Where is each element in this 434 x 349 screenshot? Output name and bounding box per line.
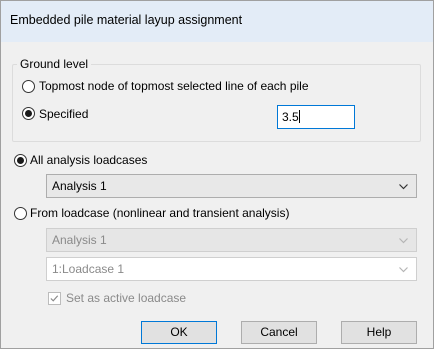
text-caret — [298, 110, 300, 123]
from-analysis-combo-value: Analysis 1 — [52, 233, 107, 247]
help-button[interactable]: Help — [341, 321, 417, 344]
cancel-button[interactable]: Cancel — [241, 321, 317, 344]
all-analysis-label[interactable]: All analysis loadcases — [30, 153, 147, 167]
from-analysis-combo[interactable]: Analysis 1 — [46, 228, 417, 252]
ok-button[interactable]: OK — [141, 321, 217, 344]
dialog-titlebar: Embedded pile material layup assignment — [1, 1, 433, 42]
from-loadcase-combo[interactable]: 1:Loadcase 1 — [46, 257, 417, 281]
check-icon — [50, 295, 59, 302]
from-loadcase-radio[interactable] — [14, 207, 27, 220]
topmost-node-radio[interactable] — [22, 80, 35, 93]
chevron-down-icon — [399, 184, 408, 190]
set-active-loadcase-checkbox[interactable] — [48, 292, 61, 305]
specified-value-input[interactable]: 3.5 — [277, 105, 355, 129]
dialog-window: Embedded pile material layup assignment … — [0, 0, 434, 349]
chevron-down-icon — [399, 238, 408, 244]
chevron-down-icon — [399, 267, 408, 273]
ground-level-group-label: Ground level — [17, 57, 92, 71]
from-loadcase-combo-value: 1:Loadcase 1 — [52, 262, 125, 276]
all-analysis-radio[interactable] — [14, 154, 27, 167]
from-loadcase-label[interactable]: From loadcase (nonlinear and transient a… — [30, 206, 289, 220]
topmost-node-label[interactable]: Topmost node of topmost selected line of… — [39, 79, 309, 93]
ground-level-group — [12, 64, 421, 142]
specified-value-text: 3.5 — [282, 110, 299, 124]
all-analysis-combo[interactable]: Analysis 1 — [46, 174, 417, 198]
specified-radio[interactable] — [22, 107, 35, 120]
specified-label[interactable]: Specified — [39, 107, 88, 121]
dialog-title: Embedded pile material layup assignment — [10, 13, 243, 27]
set-active-loadcase-label[interactable]: Set as active loadcase — [66, 291, 186, 305]
all-analysis-combo-value: Analysis 1 — [52, 179, 107, 193]
